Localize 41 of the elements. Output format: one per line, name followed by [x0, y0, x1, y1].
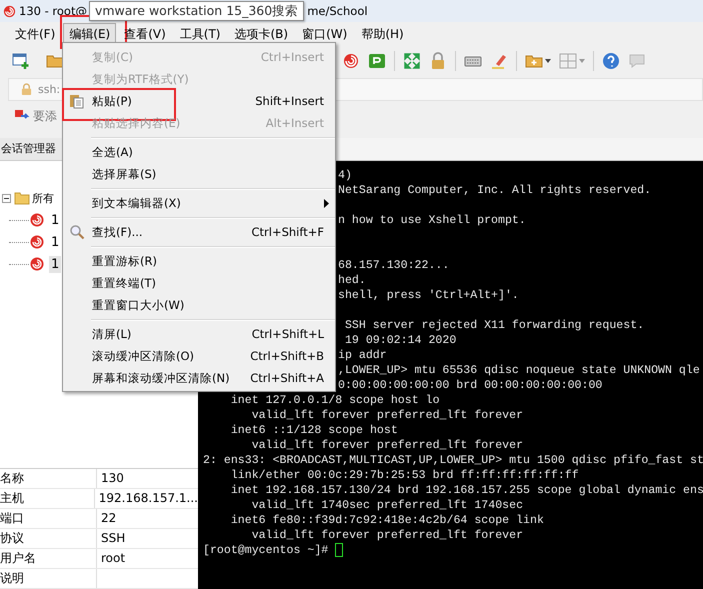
fullscreen-icon[interactable]	[403, 52, 421, 70]
property-name: 用户名	[0, 549, 97, 568]
property-name: 说明	[0, 569, 97, 588]
property-name: 主机	[0, 489, 95, 508]
property-value: 22	[100, 510, 118, 527]
tree-item[interactable]: 所有	[32, 190, 54, 206]
tree-item[interactable]: 1	[49, 256, 62, 272]
hint-text: 要添	[33, 108, 57, 124]
lock-icon[interactable]	[429, 52, 447, 70]
menu-item[interactable]: 窗口(W)	[296, 22, 354, 46]
tree-item[interactable]: 1	[49, 212, 62, 228]
spiral-icon[interactable]	[342, 52, 360, 70]
collapse-toggle-icon[interactable]	[2, 194, 11, 202]
tooltip: vmware workstation 15_360搜索	[88, 1, 304, 21]
lock-icon	[21, 82, 32, 96]
property-name: 协议	[0, 529, 97, 548]
caret-icon[interactable]	[545, 59, 551, 63]
property-name: 名称	[0, 469, 97, 488]
layout-icon[interactable]	[559, 52, 577, 70]
spiral-icon	[29, 234, 45, 250]
spiral-logo-icon	[3, 4, 16, 18]
property-value: 192.168.157.1...	[98, 490, 198, 507]
spiral-icon	[29, 212, 45, 228]
menu-item[interactable]: 选项卡(B)	[228, 22, 294, 46]
search-icon	[69, 224, 85, 240]
folder-icon	[14, 190, 30, 206]
tree-item[interactable]: 1	[49, 234, 62, 250]
property-name: 端口	[0, 509, 97, 528]
new-window-icon[interactable]	[12, 52, 30, 70]
property-value: SSH	[100, 530, 126, 547]
clipboard-icon	[69, 93, 85, 109]
highlighter-icon[interactable]	[490, 52, 508, 70]
help-icon[interactable]	[602, 52, 620, 70]
spiral-icon	[29, 256, 45, 272]
menu-item[interactable]: 工具(T)	[174, 22, 226, 46]
menu-item[interactable]: 帮助(H)	[355, 22, 410, 46]
property-value: root	[100, 550, 126, 567]
transfer-icon[interactable]	[368, 52, 386, 70]
property-value: 130	[100, 470, 125, 487]
window-title: me/School	[307, 4, 368, 18]
menu-item[interactable]: 文件(F)	[9, 22, 62, 46]
